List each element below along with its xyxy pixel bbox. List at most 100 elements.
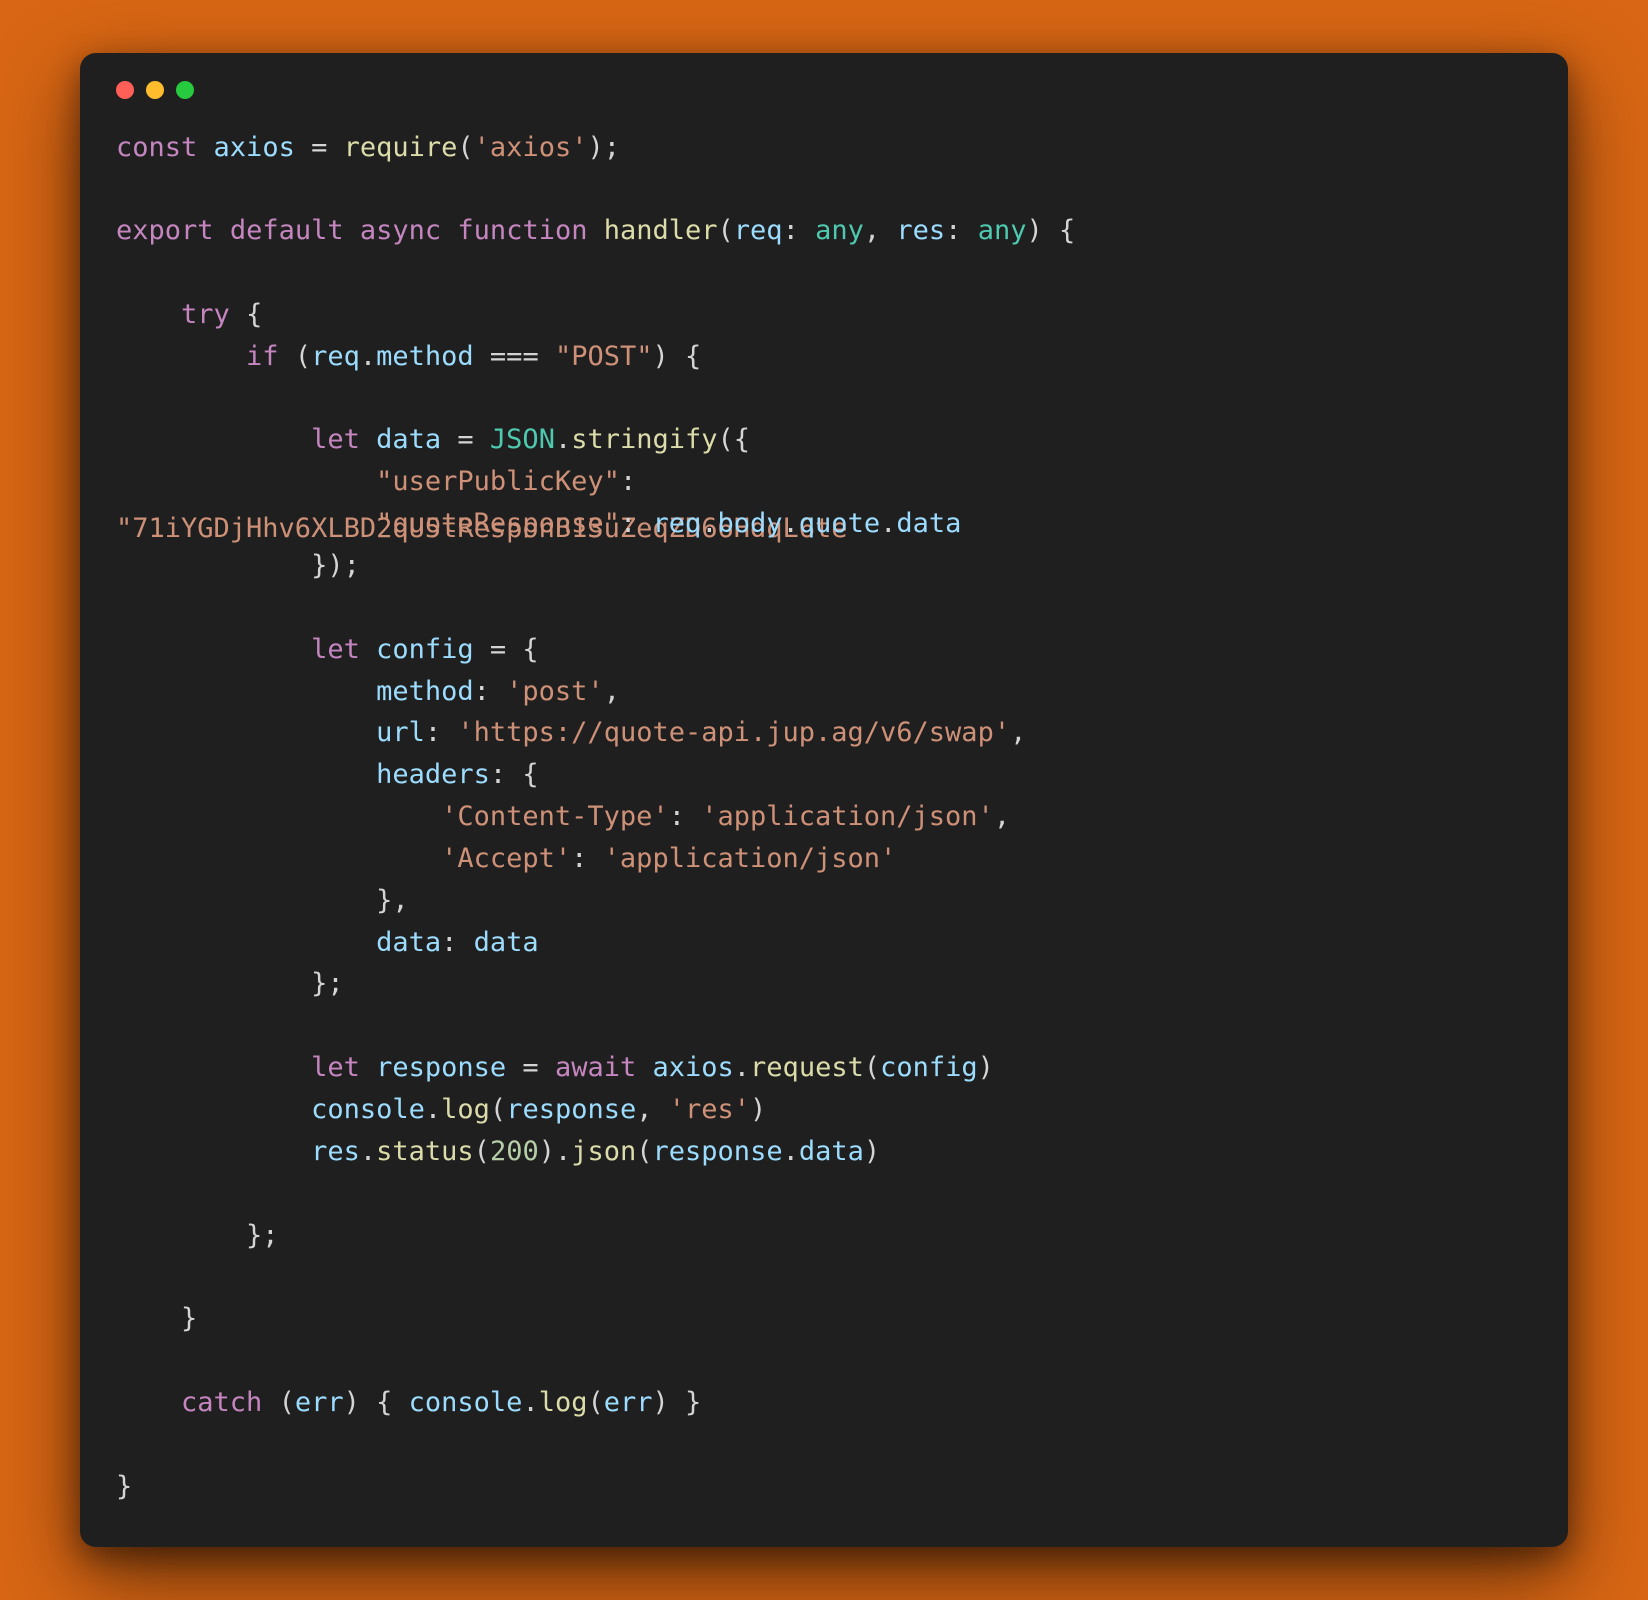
- code-token: :: [425, 717, 458, 748]
- code-token: method: [376, 676, 474, 707]
- code-token: .: [425, 1094, 441, 1125]
- code-token: log: [539, 1387, 588, 1418]
- code-token: ,: [994, 801, 1010, 832]
- code-token: [116, 341, 246, 372]
- code-token: require: [344, 132, 458, 163]
- code-token: ,: [1010, 717, 1026, 748]
- code-token: [116, 508, 376, 539]
- code-token: (: [864, 1052, 880, 1083]
- code-token: ({: [718, 424, 751, 455]
- code-token: response: [653, 1136, 783, 1167]
- code-token: try: [181, 299, 230, 330]
- code-token: function: [457, 215, 587, 246]
- code-token: data: [360, 424, 441, 455]
- code-token: });: [311, 550, 360, 581]
- code-token: method: [376, 341, 474, 372]
- code-token: :: [474, 676, 507, 707]
- code-token: ).: [539, 1136, 572, 1167]
- code-token: 'Content-Type': [441, 801, 669, 832]
- maximize-icon[interactable]: [176, 81, 194, 99]
- code-token: [116, 968, 311, 999]
- code-token: res: [896, 215, 945, 246]
- close-icon[interactable]: [116, 81, 134, 99]
- code-token: (: [279, 341, 312, 372]
- code-token: :: [620, 466, 636, 497]
- code-token: =: [295, 132, 344, 163]
- code-token: 'post': [506, 676, 604, 707]
- code-token: ): [864, 1136, 880, 1167]
- code-token: url: [376, 717, 425, 748]
- code-token: response: [360, 1052, 506, 1083]
- code-token: ,: [604, 676, 620, 707]
- code-token: 'application/json': [604, 843, 897, 874]
- code-token: }: [181, 1303, 197, 1334]
- code-token: data: [474, 927, 539, 958]
- code-token: [116, 676, 376, 707]
- code-token: err: [295, 1387, 344, 1418]
- code-token: ) {: [1026, 215, 1075, 246]
- code-token: await: [555, 1052, 636, 1083]
- code-token: (: [636, 1136, 652, 1167]
- code-token: any: [815, 215, 864, 246]
- code-token: .: [360, 341, 376, 372]
- code-token: ,: [864, 215, 897, 246]
- code-token: async: [360, 215, 441, 246]
- code-token: }: [116, 1471, 132, 1502]
- code-token: handler: [604, 215, 718, 246]
- code-token: config: [880, 1052, 978, 1083]
- code-token: };: [311, 968, 344, 999]
- code-token: data: [376, 927, 441, 958]
- code-token: );: [587, 132, 620, 163]
- code-token: .: [783, 508, 799, 539]
- minimize-icon[interactable]: [146, 81, 164, 99]
- code-token: {: [230, 299, 263, 330]
- code-token: "userPublicKey": [376, 466, 620, 497]
- code-token: JSON: [490, 424, 555, 455]
- code-token: .: [734, 1052, 750, 1083]
- code-token: :: [441, 927, 474, 958]
- code-token: quote: [799, 508, 880, 539]
- code-token: };: [246, 1220, 279, 1251]
- code-token: : {: [490, 759, 539, 790]
- code-token: (: [718, 215, 734, 246]
- code-token: catch: [181, 1387, 262, 1418]
- code-token: [116, 550, 311, 581]
- code-token: [116, 1094, 311, 1125]
- code-window: const axios = require('axios'); export d…: [80, 53, 1568, 1548]
- code-token: log: [441, 1094, 490, 1125]
- code-token: axios: [214, 132, 295, 163]
- code-token: [116, 424, 311, 455]
- code-token: stringify: [571, 424, 717, 455]
- code-token: req: [311, 341, 360, 372]
- code-token: 200: [490, 1136, 539, 1167]
- code-token: 'application/json': [701, 801, 994, 832]
- code-token: req: [734, 215, 783, 246]
- code-token: [636, 1052, 652, 1083]
- code-token: =: [441, 424, 490, 455]
- code-token: [116, 801, 441, 832]
- code-token: config: [360, 634, 474, 665]
- code-token: :: [669, 801, 702, 832]
- code-token: .: [783, 1136, 799, 1167]
- code-token: let: [311, 634, 360, 665]
- code-token: "POST": [555, 341, 653, 372]
- code-token: :: [571, 843, 604, 874]
- code-token: .: [701, 508, 717, 539]
- code-token: const: [116, 132, 197, 163]
- code-token: [116, 759, 376, 790]
- code-token: = {: [474, 634, 539, 665]
- code-token: .: [555, 424, 571, 455]
- code-token: ===: [474, 341, 555, 372]
- code-token: [116, 1220, 246, 1251]
- code-token: (: [457, 132, 473, 163]
- code-token: req: [652, 508, 701, 539]
- code-token: 'res': [669, 1094, 750, 1125]
- code-token: headers: [376, 759, 490, 790]
- code-token: console: [409, 1387, 523, 1418]
- code-token: :: [620, 508, 653, 539]
- code-token: (: [262, 1387, 295, 1418]
- code-token: data: [799, 1136, 864, 1167]
- code-token: response: [506, 1094, 636, 1125]
- code-block: const axios = require('axios'); export d…: [116, 127, 1532, 1508]
- code-token: err: [604, 1387, 653, 1418]
